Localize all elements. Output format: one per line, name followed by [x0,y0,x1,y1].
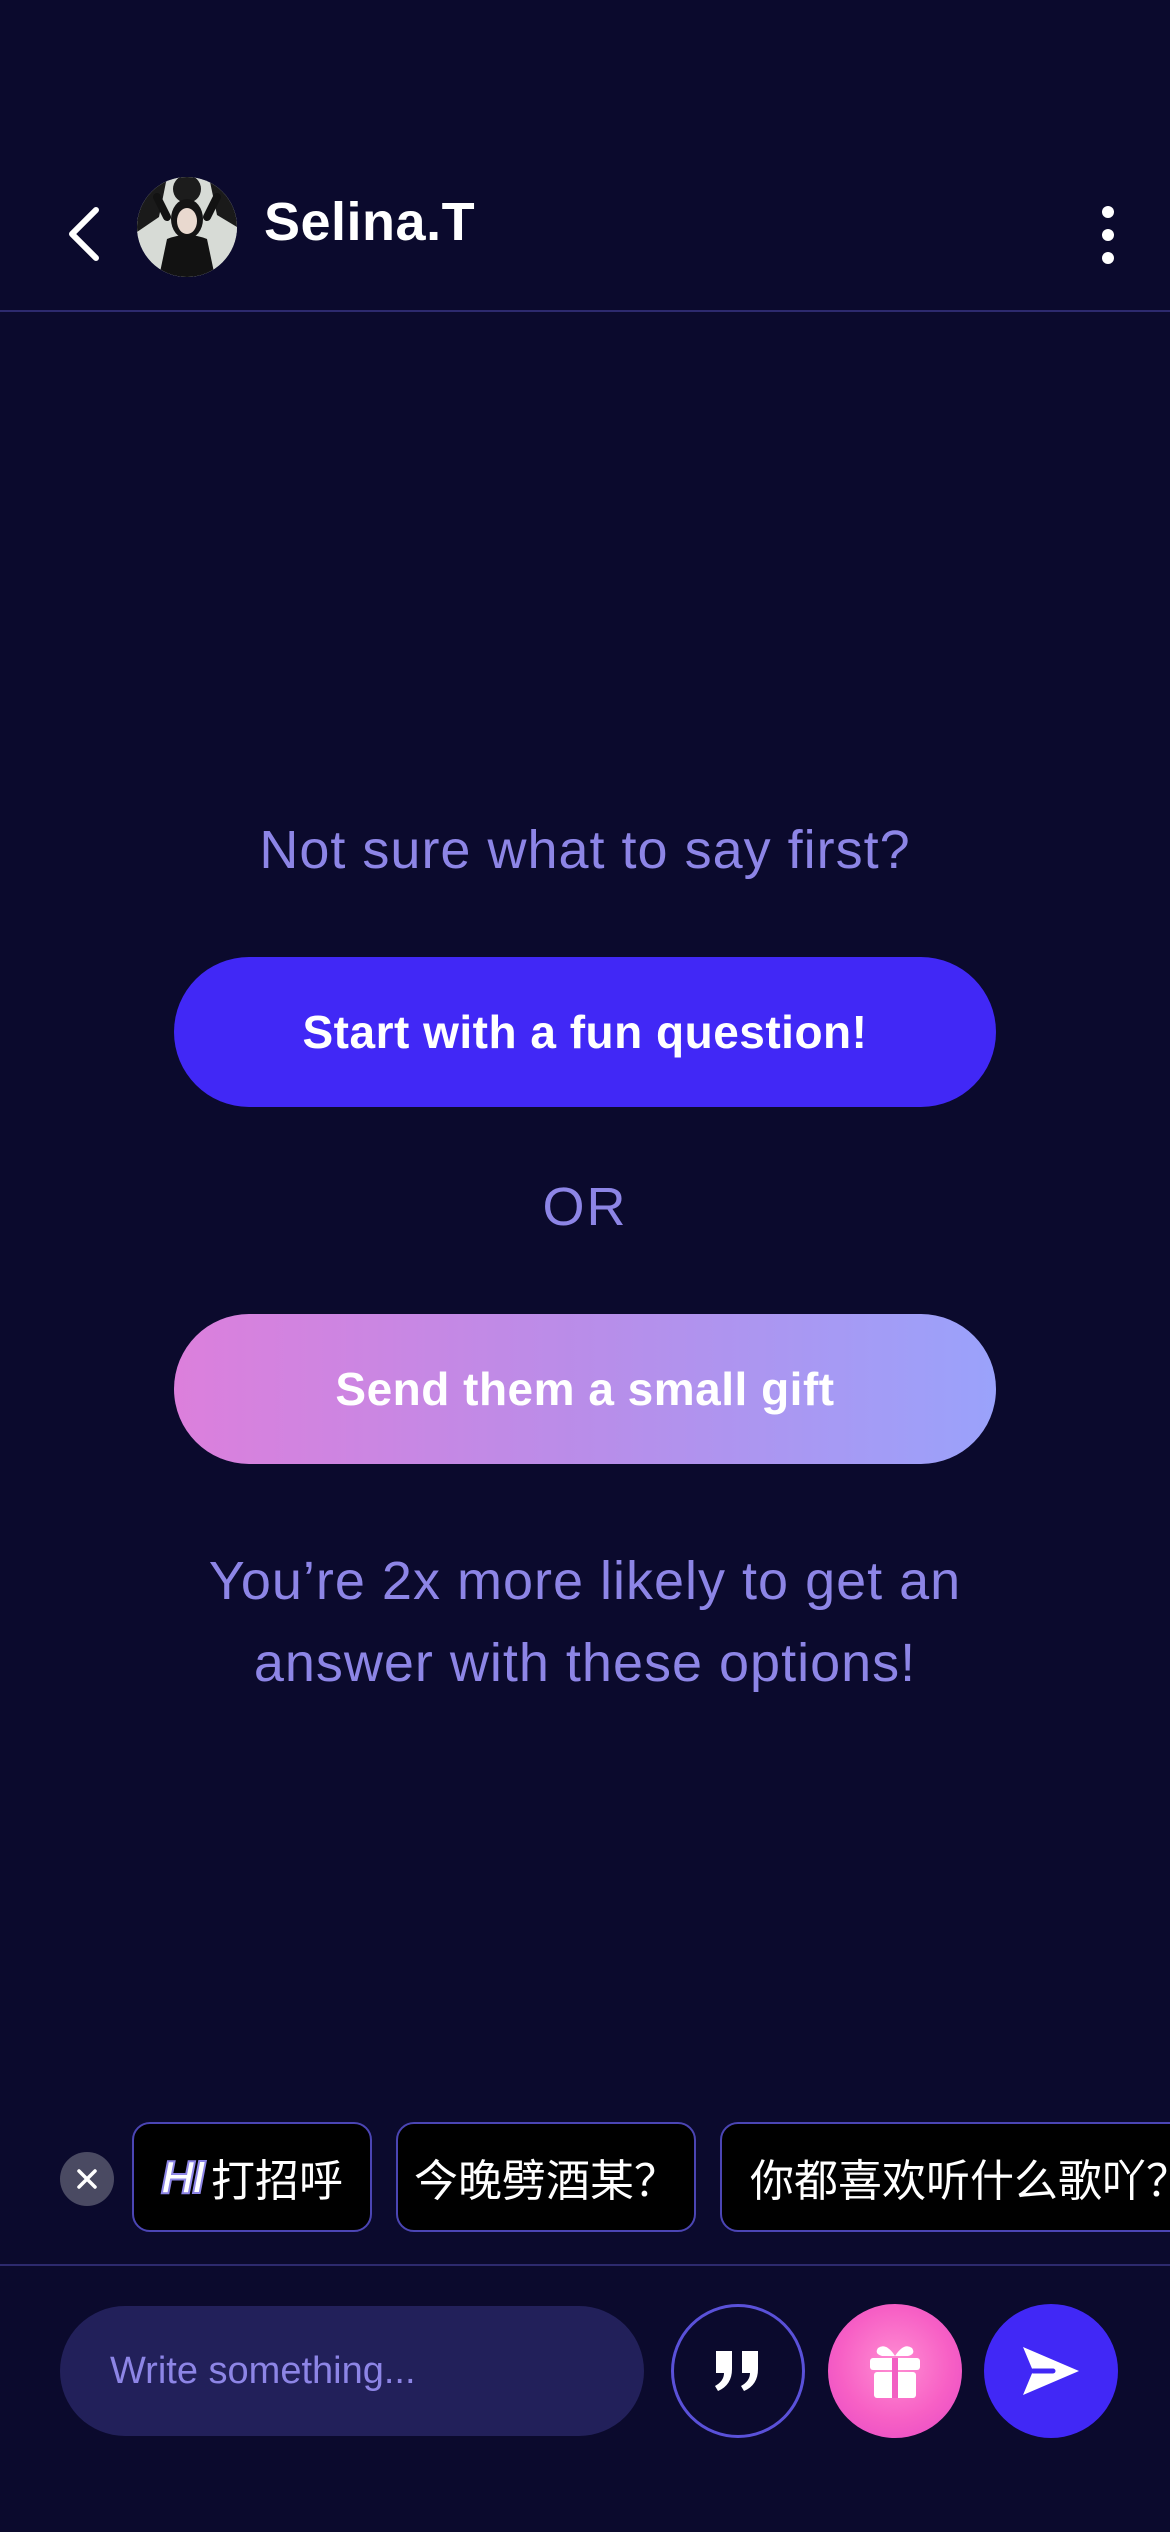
fun-question-button[interactable]: Start with a fun question! [174,957,996,1107]
message-input[interactable] [60,2306,644,2436]
send-icon [1023,2347,1079,2395]
quick-reply-item[interactable]: 今晚劈酒某？ [396,2122,696,2232]
chevron-left-icon [69,207,99,261]
or-label: OR [542,1177,628,1237]
quote-icon [715,2351,758,2391]
chat-header: Selina.T [0,160,1170,310]
quick-replies: HI 打招呼 今晚劈酒某？ 你都喜欢听什么歌吖？ [0,2122,1170,2236]
header-divider [0,310,1170,312]
chat-screen: Selina.T Not sure what to say first? Sta… [0,0,1170,2532]
gift-icon [870,2346,920,2398]
hint-text: You’re 2x more likely to get an answer w… [208,1551,962,1693]
user-name[interactable]: Selina.T [264,190,475,254]
hi-badge-icon: HI [160,2150,206,2204]
quote-button[interactable] [671,2304,805,2438]
quick-reply-item[interactable]: 你都喜欢听什么歌吖？ [720,2122,1170,2232]
close-quick-replies-button[interactable] [60,2152,114,2206]
quick-reply-label: 你都喜欢听什么歌吖？ [750,2156,1170,2207]
more-options-button[interactable] [1080,196,1136,274]
send-gift-button[interactable]: Send them a small gift [174,1314,996,1464]
composer-divider [0,2264,1170,2266]
gift-button[interactable] [828,2304,962,2438]
more-vertical-icon-dot [1102,252,1114,264]
prompt-title: Not sure what to say first? [259,820,911,880]
close-icon [77,2169,97,2189]
quick-reply-label: 今晚劈酒某？ [414,2156,678,2207]
avatar-image [137,177,237,277]
more-vertical-icon-dot [1102,229,1114,241]
send-button[interactable] [984,2304,1118,2438]
back-button[interactable] [52,198,116,270]
more-vertical-icon [1102,206,1114,218]
quick-reply-label: 打招呼 [211,2156,343,2207]
quick-reply-greet[interactable]: HI 打招呼 [132,2122,372,2232]
avatar[interactable] [137,177,237,277]
